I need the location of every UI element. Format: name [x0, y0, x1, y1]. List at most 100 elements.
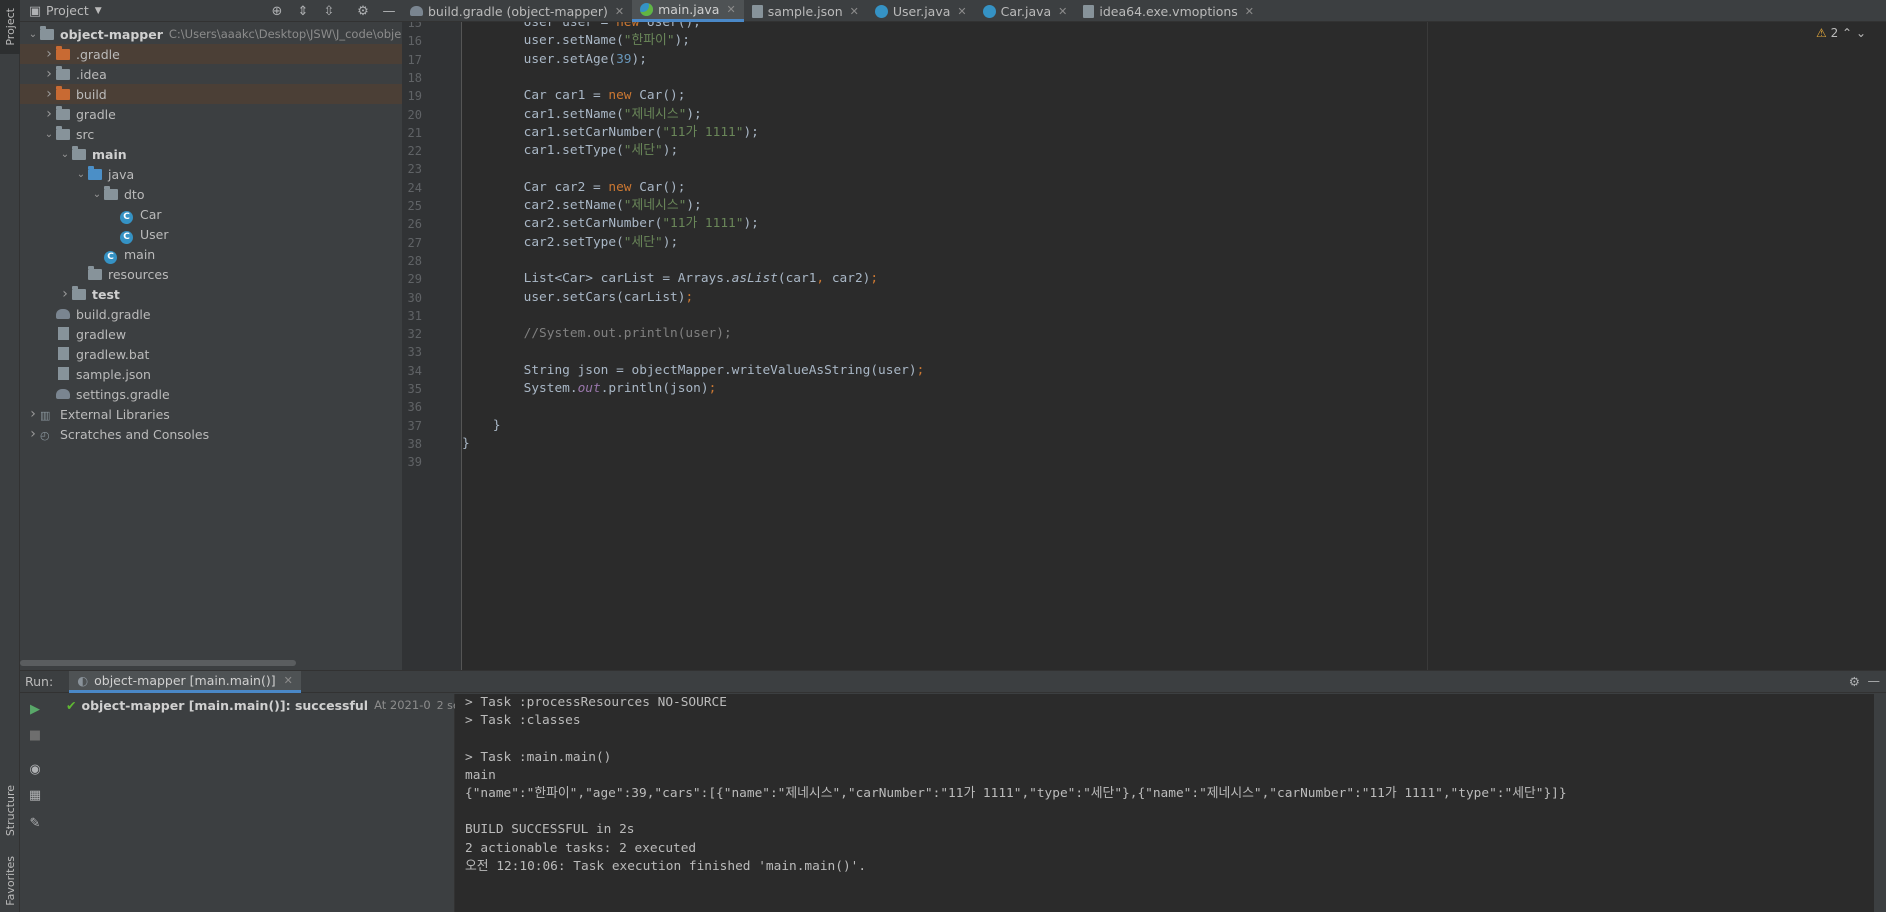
tree-item-label: Car	[140, 206, 162, 222]
chevron-right-icon[interactable]: ›	[42, 46, 56, 62]
expand-all-icon[interactable]: ⇕	[290, 0, 316, 22]
code-line: //System.out.println(user);	[523, 326, 732, 342]
editor-tab[interactable]: sample.json ✕	[744, 0, 867, 22]
chevron-down-icon[interactable]: ⌄	[42, 129, 56, 140]
inspection-widget[interactable]: ⚠ 2 ⌃ ⌄	[1816, 26, 1866, 40]
code-editor[interactable]: 15 16 17 18 19 20 21 22 23 24 25 26 27 28 29 30 31 32 33 34…	[402, 22, 1886, 670]
code-line: Car car2 = new Car();	[462, 179, 686, 195]
line-number: 21	[407, 125, 422, 140]
editor-tab[interactable]: main.java ✕	[632, 0, 744, 22]
close-icon[interactable]: ✕	[726, 3, 735, 16]
tree-item[interactable]: build.gradle	[20, 304, 402, 324]
chevron-right-icon[interactable]: ›	[26, 406, 40, 422]
chevron-down-icon[interactable]: ⌄	[90, 189, 104, 200]
hide-icon[interactable]: —	[1868, 673, 1881, 688]
tree-item[interactable]: C Car	[20, 204, 402, 224]
project-path: C:\Users\aaakc\Desktop\JSW\J_code\obje	[168, 27, 402, 41]
tree-item[interactable]: › gradle	[20, 104, 402, 124]
line-number: 38	[407, 436, 422, 451]
chevron-down-icon[interactable]: ⌄	[74, 169, 88, 180]
tree-item[interactable]: gradlew.bat	[20, 344, 402, 364]
tree-item[interactable]: › test	[20, 284, 402, 304]
tree-item[interactable]: ⌄ object-mapper C:\Users\aaakc\Desktop\JSW…	[20, 24, 402, 44]
tree-item-label: object-mapper	[60, 26, 163, 42]
collapse-all-icon[interactable]: ⇳	[316, 0, 342, 22]
run-tree-item[interactable]: ✔ object-mapper [main.main()]: successfu…	[50, 694, 514, 716]
pin-icon[interactable]: ✎	[20, 812, 50, 834]
structure-tool-tab[interactable]: Structure	[0, 776, 20, 846]
chevron-right-icon[interactable]: ›	[42, 86, 56, 102]
chevron-right-icon[interactable]: ›	[42, 106, 56, 122]
project-tool-tab[interactable]: Project	[0, 0, 20, 54]
line-number: 24	[407, 180, 422, 195]
file-icon	[1083, 4, 1095, 18]
editor-tab[interactable]: Car.java ✕	[975, 0, 1076, 22]
console-line: 2 actionable tasks: 2 executed	[465, 840, 697, 856]
tree-item-label: Scratches and Consoles	[60, 426, 210, 442]
close-icon[interactable]: ✕	[1245, 5, 1254, 18]
class-icon: C	[120, 207, 136, 224]
eye-icon[interactable]: ◉	[20, 758, 50, 780]
stop-icon[interactable]: ■	[20, 724, 50, 746]
folder-icon	[88, 166, 104, 181]
tree-item[interactable]: Cmain	[20, 244, 402, 264]
chevron-up-icon[interactable]: ⌃	[1842, 26, 1852, 40]
gradle-icon	[56, 307, 72, 321]
line-number: 27	[407, 235, 422, 250]
tree-item[interactable]: sample.json	[20, 364, 402, 384]
locate-icon[interactable]: ⊕	[264, 0, 290, 22]
tree-item[interactable]: › ▥ External Libraries	[20, 404, 402, 424]
chevron-down-icon[interactable]: ⌄	[1856, 26, 1866, 40]
tree-item[interactable]: › .gradle	[20, 44, 402, 64]
console-line: > Task :classes	[465, 713, 581, 729]
gear-icon[interactable]: ⚙	[1849, 674, 1860, 689]
chevron-down-icon[interactable]: ⌄	[58, 149, 72, 160]
editor-tab[interactable]: build.gradle (object-mapper) ✕	[402, 0, 632, 22]
layout-icon[interactable]: ▦	[20, 784, 50, 806]
chevron-down-icon[interactable]: ▼	[95, 6, 102, 16]
tree-item-label: .gradle	[76, 46, 120, 62]
line-number: 15	[407, 22, 422, 30]
code-line: user.setName("한파이");	[462, 33, 690, 49]
close-icon[interactable]: ✕	[1058, 5, 1067, 18]
tree-item[interactable]: ⌄ main	[20, 144, 402, 164]
tree-item[interactable]: ⌄ java	[20, 164, 402, 184]
run-console-output[interactable]: > Task :processResources NO-SOURCE > Task…	[455, 694, 1875, 912]
folder-icon	[88, 266, 104, 281]
rerun-icon[interactable]: ▶	[20, 698, 50, 720]
run-toolbar: ▶ ■ ◉ ▦ ✎	[20, 694, 50, 912]
chevron-right-icon[interactable]: ›	[58, 286, 72, 302]
tree-item[interactable]: › build	[20, 84, 402, 104]
close-icon[interactable]: ✕	[615, 5, 624, 18]
tree-item-label: build	[76, 86, 107, 102]
chevron-right-icon[interactable]: ›	[42, 66, 56, 82]
tree-item-label: sample.json	[76, 366, 151, 382]
project-panel-title[interactable]: Project	[46, 3, 89, 18]
tree-item[interactable]: settings.gradle	[20, 384, 402, 404]
chevron-right-icon[interactable]: ›	[26, 426, 40, 442]
code-line: car2.setName("제네시스");	[462, 198, 702, 213]
code-line: Car car1 = new Car();	[462, 88, 686, 104]
chevron-down-icon[interactable]: ⌄	[26, 29, 40, 40]
tree-item[interactable]: ⌄ src	[20, 124, 402, 144]
gear-icon[interactable]: ⚙	[350, 0, 376, 22]
close-icon[interactable]: ✕	[850, 5, 859, 18]
tree-item-label: resources	[108, 266, 169, 282]
hide-icon[interactable]: —	[376, 0, 402, 22]
tree-item[interactable]: ⌄ dto	[20, 184, 402, 204]
close-icon[interactable]: ✕	[957, 5, 966, 18]
console-line: main	[465, 767, 496, 783]
tree-item[interactable]: resources	[20, 264, 402, 284]
favorites-tool-tab[interactable]: Favorites	[0, 850, 20, 912]
run-tab[interactable]: ◐ object-mapper [main.main()] ✕	[69, 670, 301, 693]
editor-tab[interactable]: User.java ✕	[867, 0, 975, 22]
folder-icon	[72, 286, 88, 301]
check-icon: ✔	[66, 697, 77, 713]
editor-tab[interactable]: idea64.exe.vmoptions ✕	[1075, 0, 1262, 22]
close-icon[interactable]: ✕	[284, 674, 293, 687]
tree-item[interactable]: › .idea	[20, 64, 402, 84]
tree-item[interactable]: › ◴ Scratches and Consoles	[20, 424, 402, 444]
horizontal-scrollbar[interactable]	[20, 660, 296, 666]
tree-item[interactable]: gradlew	[20, 324, 402, 344]
tree-item[interactable]: C User	[20, 224, 402, 244]
